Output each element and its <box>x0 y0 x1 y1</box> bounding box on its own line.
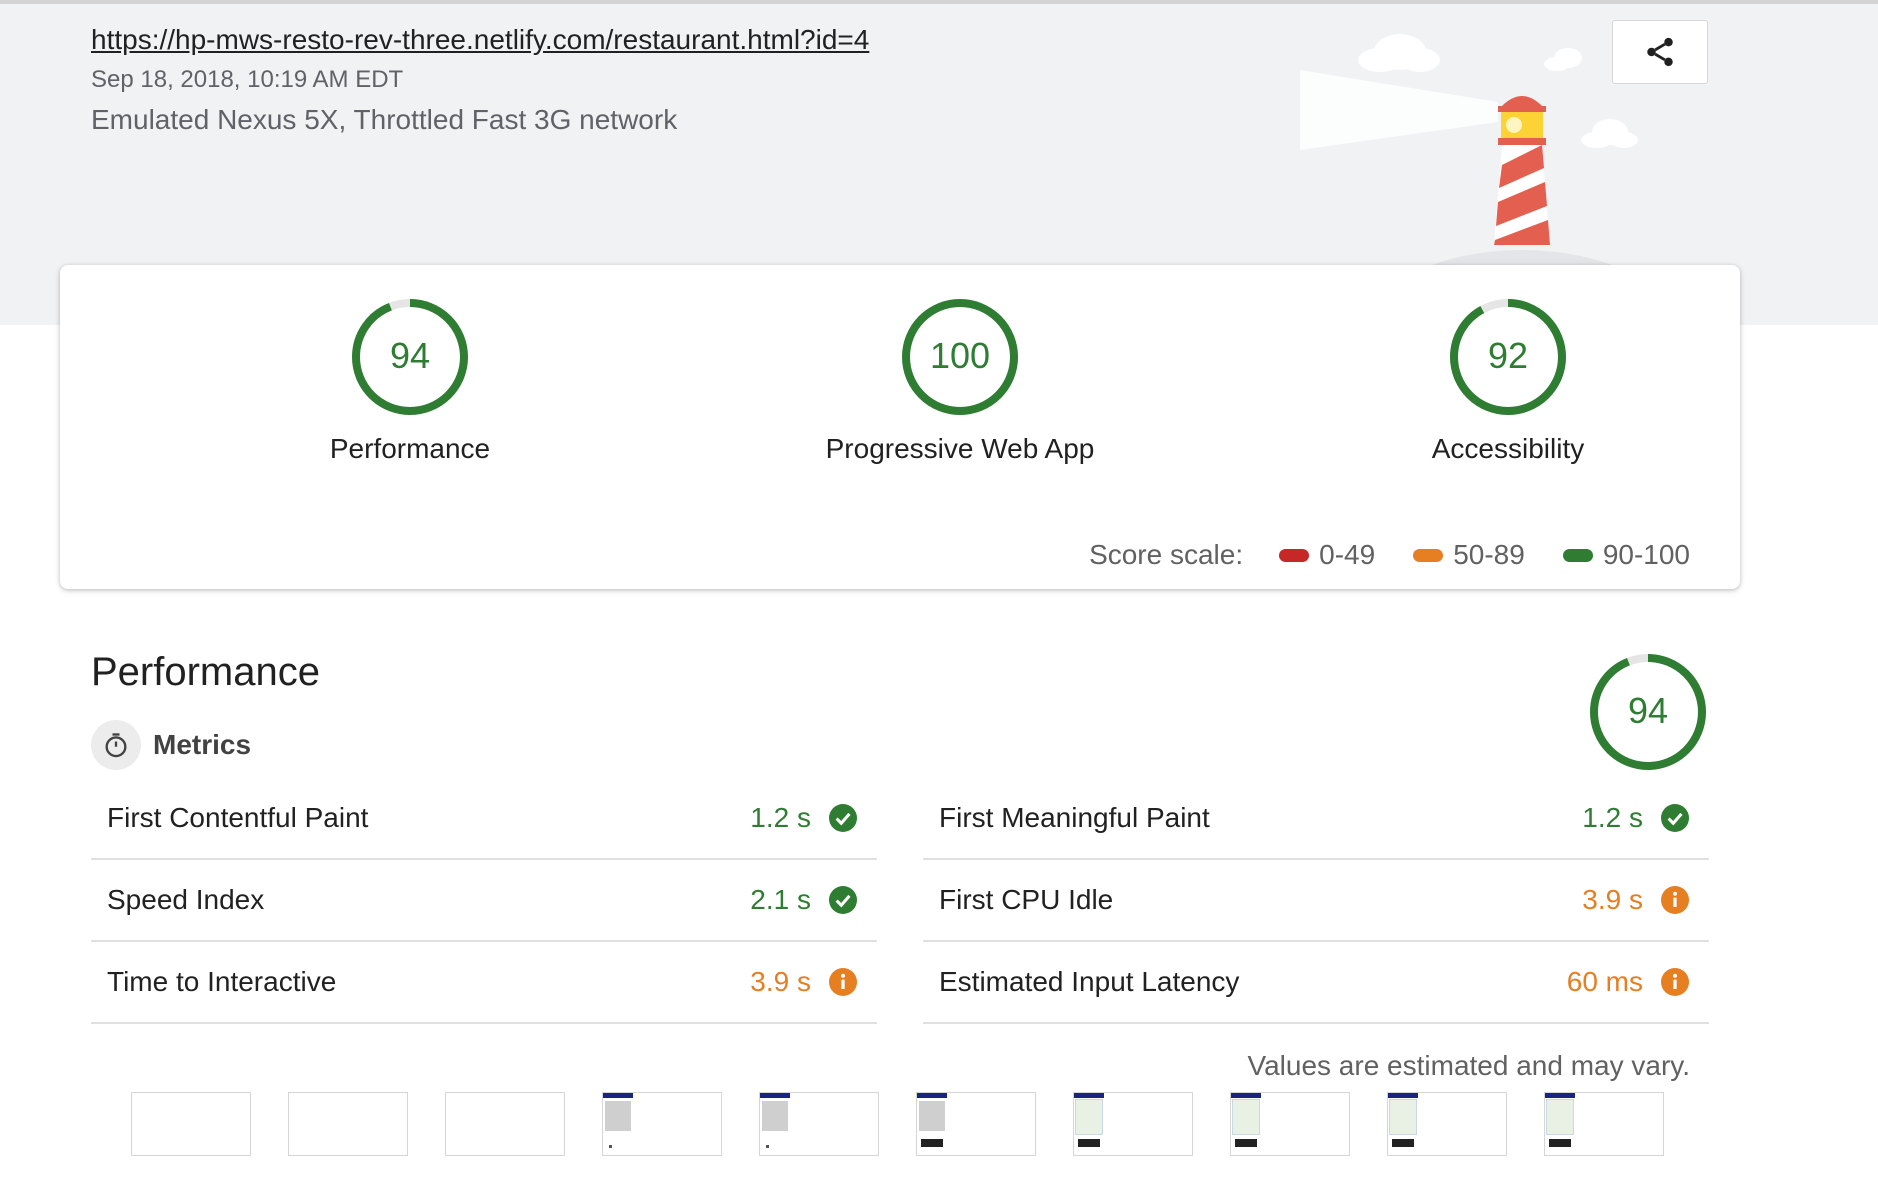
filmstrip-frame <box>288 1092 408 1156</box>
share-icon <box>1647 37 1673 67</box>
filmstrip-frame <box>445 1092 565 1156</box>
filmstrip-frame <box>1544 1092 1664 1156</box>
info-icon <box>829 968 857 996</box>
fail-swatch <box>1279 548 1310 562</box>
metric-value: 1.2 s <box>750 802 811 833</box>
metric-first-meaningful-paint: First Meaningful Paint 1.2 s <box>923 778 1709 860</box>
filmstrip-frame <box>916 1092 1036 1156</box>
metric-value: 60 ms <box>1566 966 1643 997</box>
score-summary-card: 94 Performance 100 Progressive Web App 9… <box>60 265 1740 589</box>
pass-check-icon <box>829 804 857 832</box>
pwa-score: 100 <box>930 335 990 376</box>
metric-value: 3.9 s <box>1582 884 1643 915</box>
performance-score: 94 <box>390 335 430 376</box>
category-accessibility[interactable]: 92 Accessibility <box>1338 297 1678 465</box>
metric-value: 2.1 s <box>750 884 811 915</box>
stopwatch-icon <box>91 720 141 770</box>
pwa-label: Progressive Web App <box>825 433 1095 464</box>
estimate-disclaimer: Values are estimated and may vary. <box>1247 1050 1690 1081</box>
metric-first-cpu-idle: First CPU Idle 3.9 s <box>923 860 1709 942</box>
metric-time-to-interactive: Time to Interactive 3.9 s <box>91 942 877 1024</box>
share-button[interactable] <box>1612 20 1708 84</box>
metric-estimated-input-latency: Estimated Input Latency 60 ms <box>923 942 1709 1024</box>
average-swatch <box>1413 548 1444 562</box>
metric-name: First CPU Idle <box>939 884 1114 915</box>
metric-name: Speed Index <box>107 884 265 915</box>
info-icon <box>1661 886 1689 914</box>
filmstrip-frame <box>1387 1092 1507 1156</box>
emulation-settings: Emulated Nexus 5X, Throttled Fast 3G net… <box>91 104 678 135</box>
performance-section-title: Performance <box>91 650 320 694</box>
score-scale-label: Score scale: <box>1089 539 1244 570</box>
pass-range: 90-100 <box>1602 539 1690 570</box>
pass-check-icon <box>1661 804 1689 832</box>
accessibility-score: 92 <box>1488 335 1528 376</box>
accessibility-gauge: 92 <box>1450 299 1566 415</box>
accessibility-label: Accessibility <box>1431 433 1585 464</box>
report-url-link[interactable]: https://hp-mws-resto-rev-three.netlify.c… <box>91 24 869 56</box>
metrics-header: Metrics <box>91 720 251 770</box>
metric-name: Time to Interactive <box>107 966 337 997</box>
fail-range: 0-49 <box>1319 539 1376 570</box>
metric-speed-index: Speed Index 2.1 s <box>91 860 877 942</box>
metric-value: 1.2 s <box>1582 802 1643 833</box>
score-scale-legend: Score scale: 0-49 50-89 90-100 <box>1089 539 1690 571</box>
pass-check-icon <box>829 886 857 914</box>
performance-section-score: 94 <box>1628 690 1668 731</box>
filmstrip-frame <box>1230 1092 1350 1156</box>
metrics-label: Metrics <box>153 729 252 760</box>
filmstrip-frame <box>602 1092 722 1156</box>
pass-swatch <box>1562 548 1593 562</box>
category-performance[interactable]: 94 Performance <box>240 297 580 465</box>
average-range: 50-89 <box>1453 539 1525 570</box>
metric-name: Estimated Input Latency <box>939 966 1240 997</box>
performance-gauge: 94 <box>352 299 468 415</box>
metric-name: First Meaningful Paint <box>939 802 1210 833</box>
report-timestamp: Sep 18, 2018, 10:19 AM EDT <box>91 66 404 93</box>
performance-label: Performance <box>329 433 491 464</box>
filmstrip-frame <box>1073 1092 1193 1156</box>
performance-section-gauge: 94 <box>1588 652 1708 777</box>
filmstrip-frame <box>131 1092 251 1156</box>
info-icon <box>1661 968 1689 996</box>
category-pwa[interactable]: 100 Progressive Web App <box>790 297 1130 465</box>
metric-value: 3.9 s <box>750 966 811 997</box>
pwa-gauge: 100 <box>902 299 1018 415</box>
metric-first-contentful-paint: First Contentful Paint 1.2 s <box>91 778 877 860</box>
filmstrip-frame <box>759 1092 879 1156</box>
metric-name: First Contentful Paint <box>107 802 369 833</box>
